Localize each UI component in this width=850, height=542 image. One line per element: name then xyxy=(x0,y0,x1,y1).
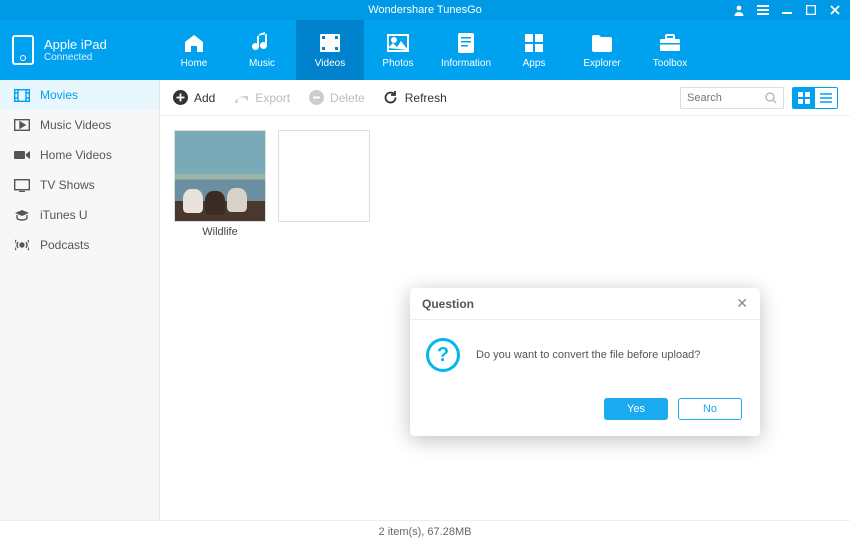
list-view-button[interactable] xyxy=(815,88,837,108)
sidebar-label: iTunes U xyxy=(40,208,88,222)
status-text: 2 item(s), 67.28MB xyxy=(379,526,472,538)
video-label: Wildlife xyxy=(202,226,237,238)
home-videos-icon xyxy=(14,148,30,162)
refresh-icon xyxy=(383,90,399,106)
video-item[interactable]: Wildlife xyxy=(174,130,266,238)
home-icon xyxy=(182,31,206,55)
body: Movies Music Videos Home Videos TV Shows… xyxy=(0,80,850,520)
add-button[interactable]: Add xyxy=(172,90,215,106)
plus-icon xyxy=(172,90,188,106)
search-box[interactable] xyxy=(680,87,784,109)
nav-toolbox[interactable]: Toolbox xyxy=(636,20,704,80)
sidebar-item-tv-shows[interactable]: TV Shows xyxy=(0,170,159,200)
question-dialog: Question ✕ ? Do you want to convert the … xyxy=(410,288,760,436)
sidebar-item-home-videos[interactable]: Home Videos xyxy=(0,140,159,170)
movies-icon xyxy=(14,88,30,102)
nav-videos[interactable]: Videos xyxy=(296,20,364,80)
dialog-footer: Yes No xyxy=(410,390,760,436)
sidebar-item-music-videos[interactable]: Music Videos xyxy=(0,110,159,140)
sidebar-label: Music Videos xyxy=(40,118,111,132)
sidebar-label: TV Shows xyxy=(40,178,95,192)
dialog-title: Question xyxy=(422,297,736,311)
tv-icon xyxy=(14,178,30,192)
device-name: Apple iPad xyxy=(44,37,107,52)
dialog-header: Question ✕ xyxy=(410,288,760,320)
menu-icon[interactable] xyxy=(756,3,770,17)
music-icon xyxy=(250,31,274,55)
itunes-u-icon xyxy=(14,208,30,222)
sidebar-label: Home Videos xyxy=(40,148,112,162)
grid-view-button[interactable] xyxy=(793,88,815,108)
dialog-message: Do you want to convert the file before u… xyxy=(476,349,700,361)
export-icon xyxy=(233,90,249,106)
window-controls xyxy=(732,0,842,20)
delete-button[interactable]: Delete xyxy=(308,90,365,106)
music-videos-icon xyxy=(14,118,30,132)
device-panel[interactable]: Apple iPad Connected xyxy=(0,20,160,80)
search-icon xyxy=(765,92,777,104)
nav-apps[interactable]: Apps xyxy=(500,20,568,80)
video-thumbnail xyxy=(174,130,266,222)
minimize-icon[interactable] xyxy=(780,3,794,17)
tablet-icon xyxy=(12,35,34,65)
nav-music[interactable]: Music xyxy=(228,20,296,80)
podcasts-icon xyxy=(14,238,30,252)
statusbar: 2 item(s), 67.28MB xyxy=(0,520,850,542)
app-title: Wondershare TunesGo xyxy=(368,4,482,16)
content-area: Add Export Delete Refresh xyxy=(160,80,850,520)
video-thumbnail-blank xyxy=(278,130,370,222)
delete-icon xyxy=(308,90,324,106)
information-icon xyxy=(454,31,478,55)
view-toggle xyxy=(792,87,838,109)
nav-photos[interactable]: Photos xyxy=(364,20,432,80)
toolbar: Add Export Delete Refresh xyxy=(160,80,850,116)
sidebar-label: Movies xyxy=(40,88,78,102)
user-icon[interactable] xyxy=(732,3,746,17)
dialog-close-button[interactable]: ✕ xyxy=(736,295,748,312)
question-icon: ? xyxy=(426,338,460,372)
dialog-body: ? Do you want to convert the file before… xyxy=(410,320,760,390)
search-input[interactable] xyxy=(687,92,765,104)
maximize-icon[interactable] xyxy=(804,3,818,17)
sidebar: Movies Music Videos Home Videos TV Shows… xyxy=(0,80,160,520)
header: Apple iPad Connected Home Music Videos P… xyxy=(0,20,850,80)
nav-explorer[interactable]: Explorer xyxy=(568,20,636,80)
no-button[interactable]: No xyxy=(678,398,742,420)
yes-button[interactable]: Yes xyxy=(604,398,668,420)
export-button[interactable]: Export xyxy=(233,90,290,106)
close-icon[interactable] xyxy=(828,3,842,17)
explorer-icon xyxy=(590,31,614,55)
refresh-button[interactable]: Refresh xyxy=(383,90,447,106)
videos-icon xyxy=(318,31,342,55)
photos-icon xyxy=(386,31,410,55)
nav-information[interactable]: Information xyxy=(432,20,500,80)
sidebar-item-itunes-u[interactable]: iTunes U xyxy=(0,200,159,230)
sidebar-item-movies[interactable]: Movies xyxy=(0,80,159,110)
titlebar: Wondershare TunesGo xyxy=(0,0,850,20)
apps-icon xyxy=(522,31,546,55)
sidebar-item-podcasts[interactable]: Podcasts xyxy=(0,230,159,260)
sidebar-label: Podcasts xyxy=(40,238,89,252)
device-status: Connected xyxy=(44,52,107,63)
video-item-blank[interactable] xyxy=(278,130,370,222)
main-nav: Home Music Videos Photos Information App… xyxy=(160,20,850,80)
nav-home[interactable]: Home xyxy=(160,20,228,80)
toolbox-icon xyxy=(658,31,682,55)
